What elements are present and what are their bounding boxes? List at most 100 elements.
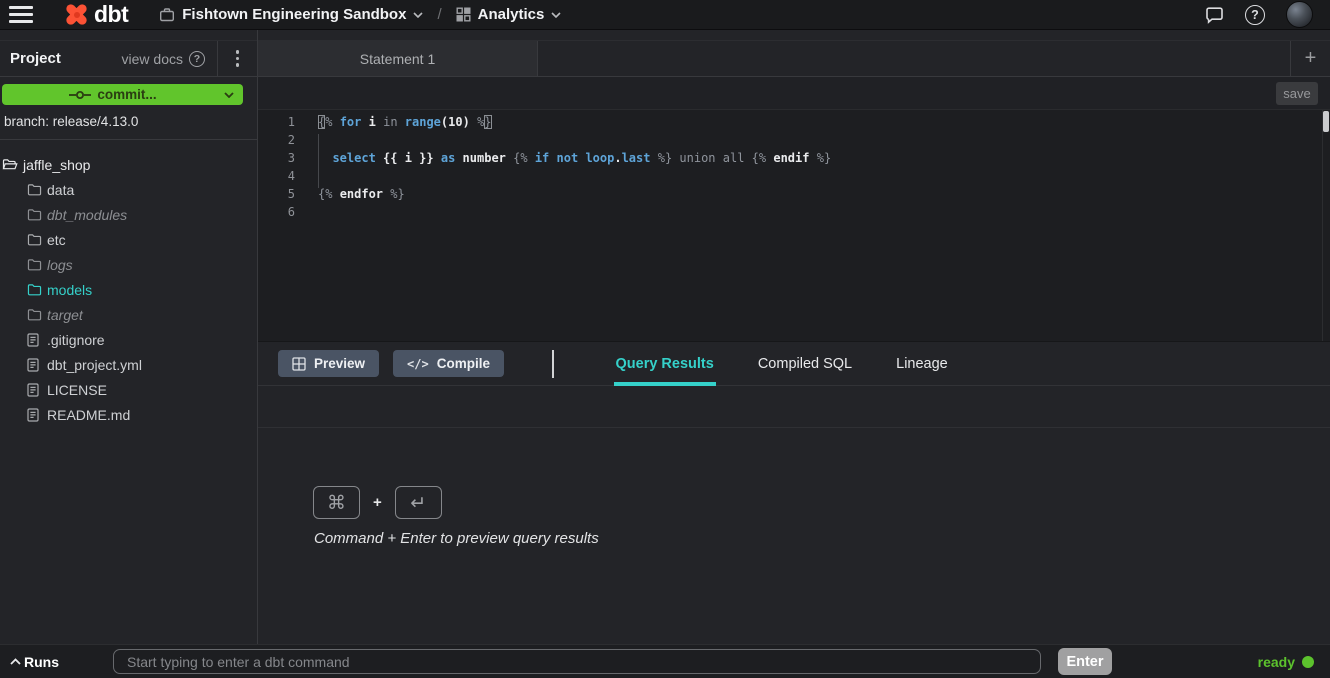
code-icon: </> [407, 357, 429, 371]
tree-item-label: README.md [47, 407, 130, 423]
tree-item-etc[interactable]: etc [0, 227, 257, 252]
code-editor[interactable]: 123456 {% for i in range(10) %} select {… [258, 110, 1330, 341]
enter-key-icon: ↵ [395, 486, 442, 519]
runs-toggle[interactable]: Runs [10, 645, 59, 678]
project-name: Analytics [478, 6, 545, 23]
runs-label: Runs [24, 654, 59, 670]
kebab-menu-icon [236, 50, 240, 67]
account-selector[interactable]: Fishtown Engineering Sandbox [159, 6, 423, 23]
dbt-command-input[interactable] [113, 649, 1041, 674]
folder-icon [27, 283, 42, 296]
tree-item-target[interactable]: target [0, 302, 257, 327]
save-button[interactable]: save [1276, 82, 1318, 105]
file-icon [27, 408, 39, 422]
file-icon [27, 383, 39, 397]
chat-icon[interactable] [1205, 6, 1224, 24]
branch-label: branch: release/4.13.0 [4, 114, 138, 129]
sidebar-header: Project view docs ? [0, 40, 257, 77]
tree-item-label: jaffle_shop [23, 157, 90, 173]
tree-item-README.md[interactable]: README.md [0, 402, 257, 427]
results-panel: ⌘ + ↵ Command + Enter to preview query r… [258, 428, 1330, 644]
tab-compiled-sql[interactable]: Compiled SQL [756, 342, 854, 385]
line-number: 6 [258, 203, 295, 221]
dbt-cloud-ide: dbt Fishtown Engineering Sandbox / Analy… [0, 0, 1330, 678]
line-number: 5 [258, 185, 295, 203]
new-tab-button[interactable]: + [1290, 41, 1330, 76]
line-number-gutter: 123456 [258, 113, 302, 221]
chevron-up-icon [10, 658, 21, 665]
commit-label: commit... [97, 87, 156, 102]
shortcut-hint: ⌘ + ↵ [313, 486, 442, 519]
avatar[interactable] [1286, 1, 1313, 28]
commit-button[interactable]: commit... [2, 84, 243, 105]
editor-tab-bar: Statement 1 + [258, 40, 1330, 77]
folder-icon [27, 258, 42, 271]
main-area: Statement 1 + save 123456 {% for i in ra… [258, 30, 1330, 644]
tab-query-results[interactable]: Query Results [614, 342, 716, 385]
tree-item-dbt_project.yml[interactable]: dbt_project.yml [0, 352, 257, 377]
folder-icon [27, 233, 42, 246]
tree-item-logs[interactable]: logs [0, 252, 257, 277]
view-docs-label: view docs [122, 51, 183, 67]
results-toolbar: Preview </> Compile Query Results Compile… [258, 341, 1330, 386]
preview-button[interactable]: Preview [278, 350, 379, 377]
dbt-logo-text: dbt [94, 1, 128, 28]
toolbar-divider [552, 350, 554, 378]
line-number: 2 [258, 131, 295, 149]
plus-icon: + [1305, 47, 1317, 70]
results-tabs: Query Results Compiled SQL Lineage [614, 342, 950, 385]
tree-item-label: .gitignore [47, 332, 105, 348]
code-line-3: select {{ i }} as number {% if not loop.… [318, 149, 831, 167]
workspace: Project view docs ? commit... br [0, 30, 1330, 644]
tab-label: Statement 1 [360, 51, 436, 67]
table-grid-icon [292, 357, 306, 371]
code-line-5: {% endfor %} [318, 185, 831, 203]
sidebar-divider [0, 139, 257, 140]
help-icon[interactable]: ? [1245, 5, 1265, 25]
help-circle-icon: ? [189, 51, 205, 67]
tree-item-.gitignore[interactable]: .gitignore [0, 327, 257, 352]
tree-item-label: dbt_modules [47, 207, 127, 223]
file-tree: jaffle_shopdata dbt_modulesetclogs models t… [0, 152, 257, 427]
status-indicator: ready [1258, 645, 1314, 678]
tree-item-label: data [47, 182, 74, 198]
tree-item-data[interactable]: data [0, 177, 257, 202]
sidebar-menu-button[interactable] [217, 41, 257, 76]
account-name: Fishtown Engineering Sandbox [182, 6, 406, 23]
file-icon [27, 358, 39, 372]
breadcrumb-separator: / [437, 6, 441, 23]
view-docs-link[interactable]: view docs ? [122, 51, 217, 67]
tree-item-models[interactable]: models [0, 277, 257, 302]
tree-item-label: models [47, 282, 92, 298]
project-selector[interactable]: Analytics [456, 6, 562, 23]
dbt-logo[interactable]: dbt [63, 1, 128, 28]
tree-item-label: LICENSE [47, 382, 107, 398]
tree-item-dbt_modules[interactable]: dbt_modules [0, 202, 257, 227]
scrollbar-thumb[interactable] [1323, 111, 1329, 132]
line-number: 3 [258, 149, 295, 167]
command-key-icon: ⌘ [313, 486, 360, 519]
chevron-down-icon [413, 12, 423, 18]
folder-icon [27, 208, 42, 221]
compile-button[interactable]: </> Compile [393, 350, 504, 377]
editor-scrollbar [1322, 110, 1330, 341]
compile-label: Compile [437, 356, 490, 371]
hamburger-menu-icon[interactable] [9, 6, 33, 23]
folder-icon [27, 183, 42, 196]
line-number: 1 [258, 113, 295, 131]
sidebar: Project view docs ? commit... br [0, 30, 258, 644]
file-icon [27, 333, 39, 347]
editor-toolbar: save [258, 77, 1330, 110]
tab-lineage[interactable]: Lineage [894, 342, 950, 385]
plus-text: + [373, 494, 382, 511]
tree-item-label: target [47, 307, 83, 323]
tree-item-jaffle_shop[interactable]: jaffle_shop [0, 152, 257, 177]
code-line-1: {% for i in range(10) %} [318, 113, 831, 131]
tab-statement-1[interactable]: Statement 1 [258, 41, 538, 76]
enter-button[interactable]: Enter [1058, 648, 1112, 675]
status-text: ready [1258, 654, 1295, 670]
tree-item-LICENSE[interactable]: LICENSE [0, 377, 257, 402]
status-dot [1302, 656, 1314, 668]
code-line-2 [318, 131, 831, 149]
top-bar: dbt Fishtown Engineering Sandbox / Analy… [0, 0, 1330, 30]
